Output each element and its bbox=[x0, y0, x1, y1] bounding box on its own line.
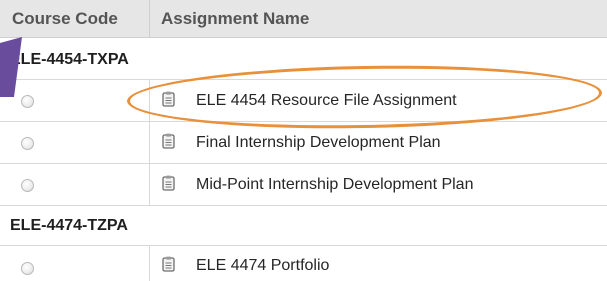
group-course-code: ELE-4454-TXPA bbox=[10, 51, 129, 68]
table-header: Course Code Assignment Name bbox=[0, 0, 607, 38]
assignment-table: Course Code Assignment Name ELE-4454-TXP… bbox=[0, 0, 607, 281]
group-row-ele-4474: ELE-4474-TZPA bbox=[0, 206, 607, 246]
select-radio[interactable] bbox=[21, 137, 34, 150]
group-course-code: ELE-4474-TZPA bbox=[10, 217, 128, 234]
assignment-name[interactable]: Final Internship Development Plan bbox=[196, 134, 441, 152]
pointer-arrow-icon bbox=[0, 37, 22, 97]
table-row[interactable]: Mid-Point Internship Development Plan bbox=[0, 164, 607, 206]
assignment-document-icon bbox=[162, 133, 175, 149]
header-course-code[interactable]: Course Code bbox=[12, 9, 118, 29]
assignment-name[interactable]: Mid-Point Internship Development Plan bbox=[196, 176, 473, 194]
assignment-name[interactable]: ELE 4474 Portfolio bbox=[196, 257, 329, 275]
select-radio[interactable] bbox=[21, 179, 34, 192]
table-row[interactable]: ELE 4474 Portfolio bbox=[0, 246, 607, 281]
assignment-document-icon bbox=[162, 175, 175, 191]
select-radio[interactable] bbox=[21, 262, 34, 275]
header-assignment-name[interactable]: Assignment Name bbox=[161, 9, 309, 29]
table-row[interactable]: Final Internship Development Plan bbox=[0, 122, 607, 164]
assignment-document-icon bbox=[162, 256, 175, 272]
